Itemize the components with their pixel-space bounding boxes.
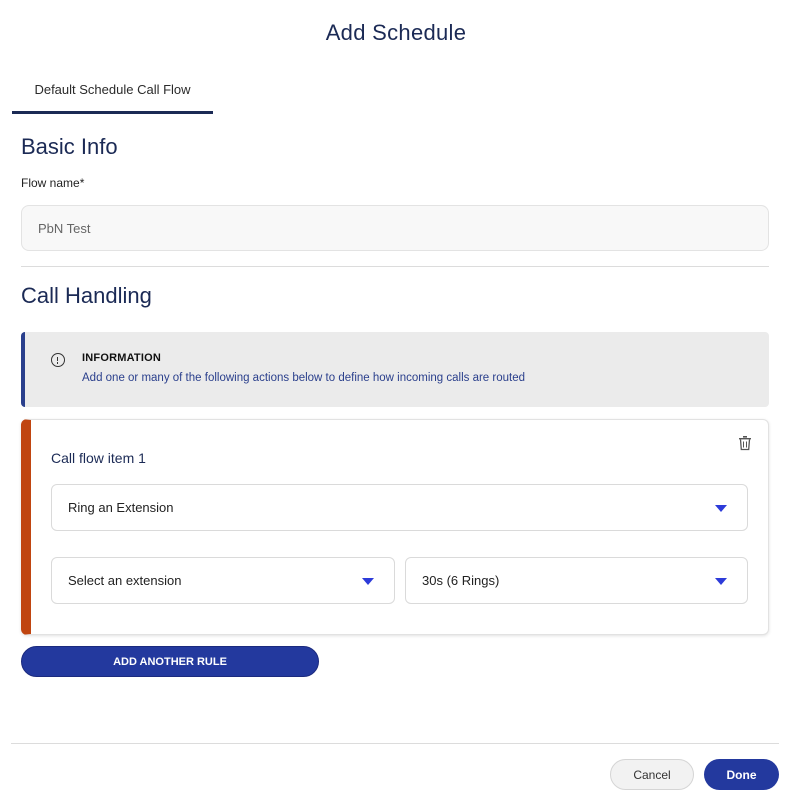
flow-name-label: Flow name* [21, 176, 85, 190]
dialog-title: Add Schedule [325, 20, 467, 45]
call-handling-heading: Call Handling [21, 283, 152, 308]
extension-select-value: Select an extension [68, 573, 182, 588]
basic-info-heading: Basic Info [21, 134, 118, 159]
active-tab-indicator [12, 111, 213, 114]
add-another-rule-button[interactable]: ADD ANOTHER RULE [21, 646, 319, 677]
call-flow-item-title: Call flow item 1 [51, 450, 146, 466]
call-flow-item-card: Call flow item 1 Ring an Extension Selec… [21, 419, 769, 635]
cancel-button[interactable]: Cancel [610, 759, 694, 790]
footer-divider [11, 743, 779, 744]
information-text: Add one or many of the following actions… [82, 372, 526, 384]
chevron-down-icon [715, 505, 727, 512]
information-banner: INFORMATION Add one or many of the follo… [21, 332, 769, 407]
info-circle-icon [51, 353, 65, 367]
tab-default-schedule-call-flow[interactable]: Default Schedule Call Flow [12, 78, 213, 115]
section-divider [21, 266, 769, 267]
done-button[interactable]: Done [704, 759, 779, 790]
action-select[interactable]: Ring an Extension [51, 484, 748, 531]
extension-select[interactable]: Select an extension [51, 557, 395, 604]
flow-name-input[interactable] [21, 205, 769, 251]
chevron-down-icon [715, 578, 727, 585]
chevron-down-icon [362, 578, 374, 585]
information-title: INFORMATION [82, 352, 161, 364]
action-select-value: Ring an Extension [68, 500, 174, 515]
trash-icon[interactable] [738, 435, 752, 451]
ring-duration-select-value: 30s (6 Rings) [422, 573, 500, 588]
ring-duration-select[interactable]: 30s (6 Rings) [405, 557, 748, 604]
